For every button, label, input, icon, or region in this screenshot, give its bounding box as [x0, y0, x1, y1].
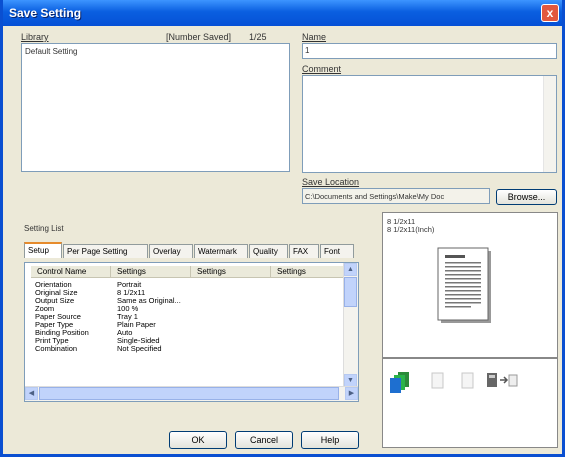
column-header-settings-2[interactable]: Settings	[191, 266, 271, 278]
output-options-pane	[382, 358, 558, 448]
save-setting-dialog: Save Setting x Library [Number Saved] 1/…	[0, 0, 565, 457]
ok-button[interactable]: OK	[169, 431, 227, 449]
setting-list-label: Setting List	[24, 224, 64, 233]
library-label: Library	[21, 32, 49, 42]
printer-output-icon[interactable]	[486, 371, 520, 391]
comment-label: Comment	[302, 64, 342, 74]
table-horizontal-scrollbar[interactable]: ◀ ▶	[25, 386, 358, 401]
scroll-left-button[interactable]: ◀	[25, 387, 38, 400]
tab-fax[interactable]: FAX	[289, 244, 319, 258]
name-field[interactable]: 1	[302, 43, 557, 59]
settings-table: Control Name Settings Settings Settings …	[24, 262, 359, 402]
vertical-scroll-thumb[interactable]	[344, 277, 357, 307]
close-icon: x	[546, 6, 554, 20]
title-bar[interactable]: Save Setting x	[3, 0, 562, 26]
tab-per-page-setting[interactable]: Per Page Setting	[63, 244, 148, 258]
row-value: Not Specified	[117, 344, 162, 353]
table-row[interactable]: Output Size Same as Original...	[25, 297, 345, 305]
duplex-page-icon[interactable]	[461, 372, 475, 390]
tab-setup[interactable]: Setup	[24, 242, 62, 258]
horizontal-scroll-thumb[interactable]	[39, 387, 339, 400]
close-button[interactable]: x	[541, 4, 559, 22]
tab-font[interactable]: Font	[320, 244, 354, 258]
page-preview-icon	[437, 247, 491, 323]
row-name: Combination	[35, 344, 78, 353]
save-location-value: C:\Documents and Settings\Make\My Doc	[305, 192, 445, 201]
preview-pane: 8 1/2x11 8 1/2x11(Inch)	[382, 212, 558, 358]
stacked-pages-icon[interactable]	[389, 371, 411, 395]
number-saved-count: 1/25	[249, 32, 267, 42]
column-header-control-name[interactable]: Control Name	[31, 266, 111, 278]
tab-watermark[interactable]: Watermark	[194, 244, 248, 258]
table-row[interactable]: Combination Not Specified	[25, 345, 345, 353]
name-label: Name	[302, 32, 327, 42]
browse-button[interactable]: Browse...	[496, 189, 557, 205]
name-field-value: 1	[305, 46, 310, 55]
tab-overlay[interactable]: Overlay	[149, 244, 193, 258]
table-vertical-scrollbar[interactable]: ▲ ▼	[343, 263, 358, 387]
save-location-label: Save Location	[302, 177, 360, 187]
comment-textarea[interactable]	[302, 75, 557, 173]
save-location-field[interactable]: C:\Documents and Settings\Make\My Doc	[302, 188, 490, 204]
library-item-default[interactable]: Default Setting	[25, 47, 77, 56]
tab-quality[interactable]: Quality	[249, 244, 288, 258]
column-header-settings-3[interactable]: Settings	[271, 266, 345, 278]
table-row[interactable]: Paper Source Tray 1	[25, 313, 345, 321]
library-list[interactable]: Default Setting	[21, 43, 290, 172]
scroll-right-button[interactable]: ▶	[345, 387, 358, 400]
table-row[interactable]: Binding Position Auto	[25, 329, 345, 337]
column-header-settings[interactable]: Settings	[111, 266, 191, 278]
window-title: Save Setting	[9, 6, 82, 20]
single-page-icon[interactable]	[431, 372, 445, 390]
scroll-up-button[interactable]: ▲	[344, 263, 357, 276]
number-saved-label: [Number Saved]	[166, 32, 232, 42]
preview-paper-size-inch: 8 1/2x11(Inch)	[387, 225, 435, 234]
comment-scrollbar[interactable]	[543, 76, 556, 172]
cancel-button[interactable]: Cancel	[235, 431, 293, 449]
help-button[interactable]: Help	[301, 431, 359, 449]
